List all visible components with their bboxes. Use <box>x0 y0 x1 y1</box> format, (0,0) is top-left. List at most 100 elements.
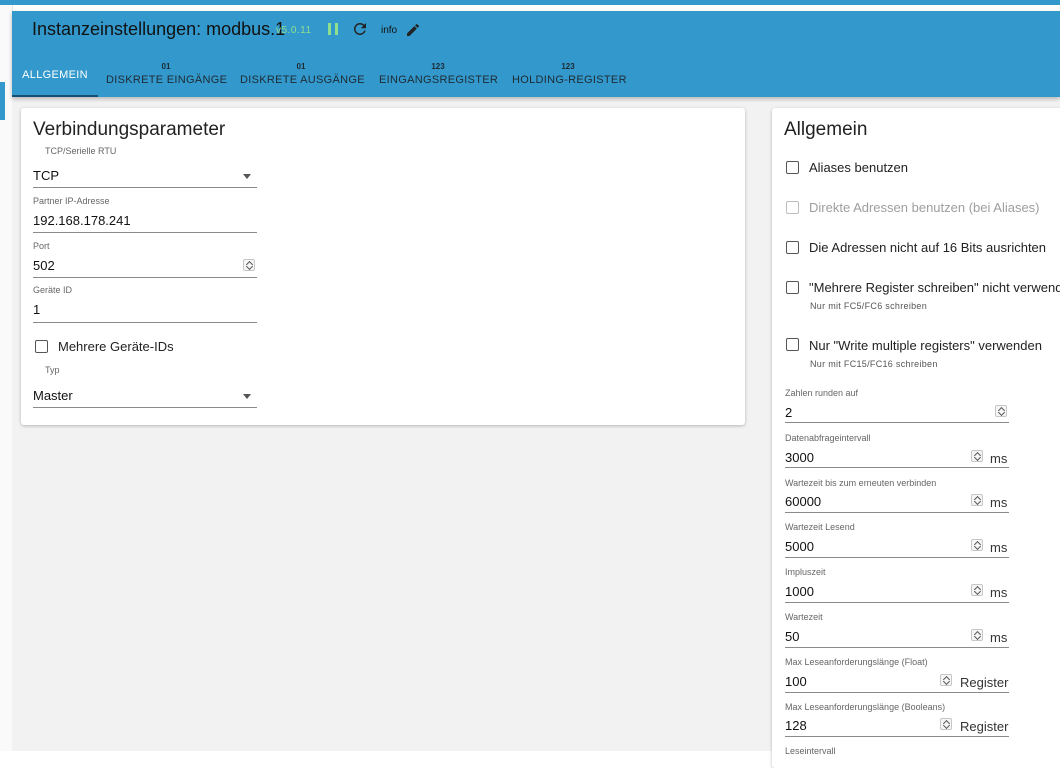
field-underline <box>785 422 1009 423</box>
poll-interval-field[interactable]: Datenabfrageintervall 3000 ms <box>785 433 1009 468</box>
field-underline <box>33 407 257 408</box>
edit-icon[interactable] <box>405 22 421 38</box>
field-value: 60000 <box>785 494 822 509</box>
checkbox-help-text: Nur mit FC5/FC6 schreiben <box>810 301 928 311</box>
direct-addresses-checkbox[interactable] <box>786 201 799 214</box>
unit-label: ms <box>990 451 1008 466</box>
field-underline <box>785 557 1009 558</box>
aliases-checkbox[interactable] <box>786 161 799 174</box>
chevron-down-icon <box>243 394 251 399</box>
tab-allgemein[interactable]: ALLGEMEIN <box>12 53 98 97</box>
reload-icon[interactable] <box>351 20 369 38</box>
unit-label: ms <box>990 630 1008 645</box>
field-value: 1000 <box>785 584 814 599</box>
info-link[interactable]: info <box>381 25 397 36</box>
field-label: Max Leseanforderungslänge (Booleans) <box>785 702 946 712</box>
field-label: Geräte ID <box>33 285 73 295</box>
number-stepper-icon[interactable] <box>243 259 255 271</box>
connection-type-select[interactable]: TCP/Serielle RTU TCP <box>33 146 257 188</box>
tab-badge: 123 <box>561 62 575 71</box>
unit-label: ms <box>990 540 1008 555</box>
no-16bit-align-checkbox[interactable] <box>786 241 799 254</box>
wait-time-field[interactable]: Wartezeit 50 ms <box>785 612 1009 648</box>
checkbox-label: "Mehrere Register schreiben" nicht verwe… <box>809 280 1060 295</box>
no-multiple-write-checkbox[interactable] <box>786 281 799 294</box>
chevron-down-icon <box>243 174 251 179</box>
field-label: Wartezeit bis zum erneuten verbinden <box>785 478 937 488</box>
round-digits-field[interactable]: Zahlen runden auf 2 <box>785 388 1009 423</box>
field-value: 5000 <box>785 539 814 554</box>
reconnect-wait-field[interactable]: Wartezeit bis zum erneuten verbinden 600… <box>785 478 1009 513</box>
pulse-time-field[interactable]: Impluszeit 1000 ms <box>785 567 1009 603</box>
field-label: Impluszeit <box>785 567 826 577</box>
tab-badge: 01 <box>296 62 306 71</box>
field-value: 192.168.178.241 <box>33 213 131 228</box>
tab-diskrete-ausgaenge[interactable]: 01 DISKRETE AUSGÄNGE <box>240 53 365 97</box>
checkbox-label: Mehrere Geräte-IDs <box>58 339 174 354</box>
checkbox-label: Aliases benutzen <box>809 160 909 175</box>
field-underline <box>785 736 1009 737</box>
field-value: 2 <box>785 405 793 420</box>
field-label: Leseintervall <box>785 746 836 756</box>
checkbox-label: Direkte Adressen benutzen (bei Aliases) <box>809 200 1040 215</box>
field-underline <box>33 187 257 188</box>
mode-select[interactable]: Typ Master <box>33 365 257 408</box>
number-stepper-icon[interactable] <box>971 494 983 506</box>
only-multiple-write-checkbox[interactable] <box>786 338 799 351</box>
field-label: Wartezeit Lesend <box>785 522 855 532</box>
field-underline <box>785 602 1009 603</box>
field-value: 1 <box>33 302 41 317</box>
checkbox-label: Nur "Write multiple registers" verwenden <box>809 338 1042 353</box>
number-stepper-icon[interactable] <box>971 450 983 462</box>
tab-label: EINGANGSREGISTER <box>379 74 499 86</box>
max-read-float-field[interactable]: Max Leseanforderungslänge (Float) 100 Re… <box>785 657 1009 693</box>
tab-badge: 01 <box>161 62 171 71</box>
ip-address-field[interactable]: Partner IP-Adresse 192.168.178.241 <box>33 196 257 234</box>
unit-label: ms <box>990 495 1008 510</box>
device-id-field[interactable]: Geräte ID 1 <box>33 285 257 323</box>
field-underline <box>33 322 257 323</box>
multiple-device-ids-checkbox[interactable] <box>35 340 48 353</box>
tab-eingangsregister[interactable]: 123 EINGANGSREGISTER <box>379 53 499 97</box>
general-card: Allgemein Aliases benutzen Direkte Adres… <box>772 108 1060 768</box>
field-value: TCP <box>33 168 59 183</box>
field-value: 50 <box>785 629 800 644</box>
field-value: Master <box>33 388 73 403</box>
number-stepper-icon[interactable] <box>940 718 952 730</box>
number-stepper-icon[interactable] <box>940 674 952 686</box>
unit-label: ms <box>990 585 1008 600</box>
adapter-version: v5.0.11 <box>276 25 312 36</box>
checkbox-help-text: Nur mit FC15/FC16 schreiben <box>810 359 938 369</box>
unit-label: Register <box>960 719 1009 734</box>
tab-holding-register[interactable]: 123 HOLDING-REGISTER <box>512 53 627 97</box>
left-sidebar-active-marker <box>0 82 5 120</box>
field-underline <box>785 512 1009 513</box>
field-underline <box>33 277 257 278</box>
number-stepper-icon[interactable] <box>995 405 1007 417</box>
tab-diskrete-eingaenge[interactable]: 01 DISKRETE EINGÄNGE <box>106 53 228 97</box>
number-stepper-icon[interactable] <box>971 629 983 641</box>
connection-card: Verbindungsparameter TCP/Serielle RTU TC… <box>21 108 745 425</box>
max-read-booleans-field[interactable]: Max Leseanforderungslänge (Booleans) 128… <box>785 702 1009 737</box>
field-label: Wartezeit <box>785 612 823 622</box>
field-value: 100 <box>785 674 807 689</box>
port-field[interactable]: Port 502 <box>33 241 257 279</box>
field-label: Max Leseanforderungslänge (Float) <box>785 657 928 667</box>
field-label: TCP/Serielle RTU <box>45 146 117 156</box>
unit-label: Register <box>960 675 1009 690</box>
number-stepper-icon[interactable] <box>971 584 983 596</box>
field-label: Datenabfrageintervall <box>785 433 871 443</box>
tab-label: HOLDING-REGISTER <box>512 74 627 86</box>
pause-icon[interactable] <box>328 23 339 35</box>
field-value: 502 <box>33 258 55 273</box>
top-accent-line <box>0 0 1060 5</box>
field-underline <box>33 232 257 233</box>
field-value: 3000 <box>785 450 814 465</box>
field-label: Typ <box>45 365 60 375</box>
read-wait-field[interactable]: Wartezeit Lesend 5000 ms <box>785 522 1009 558</box>
page-title: Instanzeinstellungen: modbus.1 <box>32 19 286 39</box>
field-value: 128 <box>785 718 807 733</box>
read-interval-field[interactable]: Leseintervall <box>785 746 1009 758</box>
tab-label: DISKRETE EINGÄNGE <box>106 74 228 86</box>
number-stepper-icon[interactable] <box>971 539 983 551</box>
